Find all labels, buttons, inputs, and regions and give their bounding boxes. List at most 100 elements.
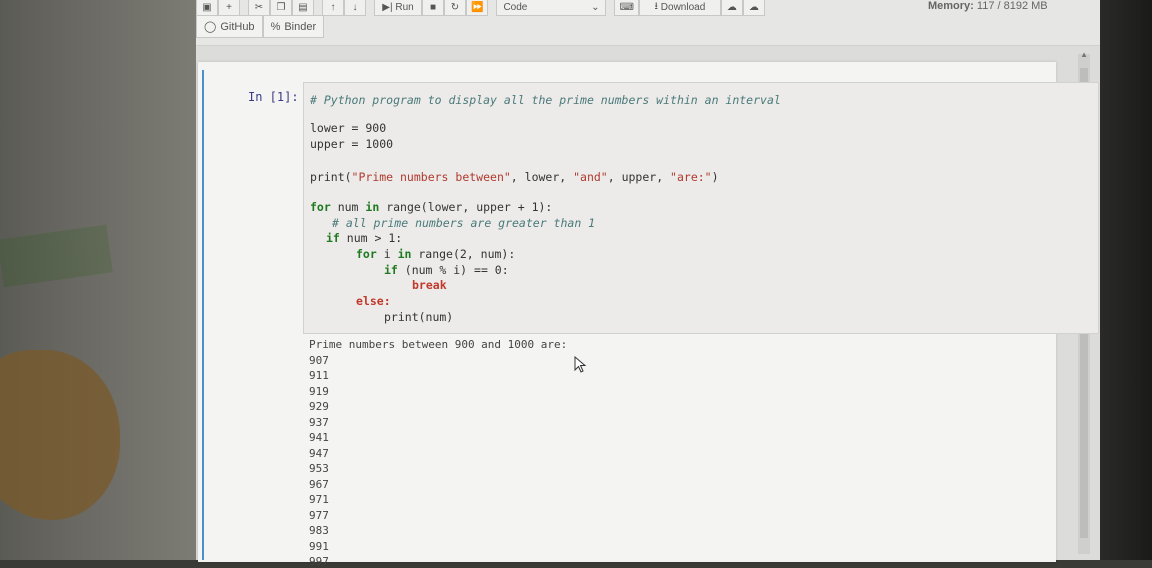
code-string: "are:"	[670, 170, 712, 184]
code-keyword: for	[356, 247, 377, 261]
cell-type-value: Code	[503, 2, 528, 13]
restart-button[interactable]: ↻	[444, 0, 466, 16]
code-line: for num in range(lower, upper + 1):	[310, 200, 552, 214]
code-line: print("Prime numbers between", lower, "a…	[310, 170, 719, 184]
code-token: , upper,	[607, 170, 671, 184]
output-line: 983	[309, 524, 329, 537]
download-icon: ⭳	[654, 1, 659, 12]
run-button[interactable]: ▶| Run	[374, 0, 422, 16]
binder-icon: %	[270, 20, 281, 33]
notebook-page: In [1]: # Python program to display all …	[198, 62, 1099, 568]
mouse-cursor-icon	[574, 356, 587, 373]
code-line: upper = 1000	[310, 137, 394, 151]
code-token: (num % i) == 0:	[397, 263, 509, 277]
code-line: lower = 900	[310, 121, 387, 135]
copy-button[interactable]: ❐	[270, 0, 292, 16]
restart-icon: ↻	[450, 2, 460, 13]
run-label: Run	[395, 2, 414, 13]
code-comment: # Python program to display all the prim…	[310, 93, 781, 107]
download-button[interactable]: ⭳ Download	[638, 0, 721, 16]
stop-icon: ■	[429, 2, 437, 13]
cell-type-select[interactable]: Code ⌄	[496, 0, 607, 16]
fast-forward-icon: ⏩	[471, 2, 484, 13]
save-button[interactable]: ▣	[196, 0, 218, 16]
scissors-icon: ✂	[254, 2, 264, 13]
cell-prompt: In [1]:	[248, 90, 299, 104]
save-icon: ▣	[202, 2, 212, 13]
code-token: num	[330, 200, 366, 214]
output-line: 947	[309, 447, 329, 460]
code-keyword: else:	[356, 294, 391, 308]
code-line: for i in range(2, num):	[356, 247, 515, 261]
output-line: 967	[309, 478, 329, 491]
arrow-up-icon: ↑	[330, 2, 336, 13]
output-line: 991	[309, 540, 329, 553]
binder-button[interactable]: % Binder	[262, 15, 325, 38]
chevron-down-icon: ⌄	[591, 2, 600, 13]
move-down-button[interactable]: ↓	[344, 0, 366, 16]
paste-icon: ▤	[298, 2, 308, 13]
paste-button[interactable]: ▤	[292, 0, 314, 16]
plus-icon: +	[226, 2, 232, 13]
code-keyword: if	[326, 231, 340, 245]
cloud-upload-icon: ☁	[726, 2, 737, 13]
interrupt-button[interactable]: ■	[422, 0, 444, 16]
step-forward-icon: ▶|	[382, 2, 393, 13]
download-label: Download	[660, 2, 706, 13]
output-line: 953	[309, 462, 329, 475]
code-cell[interactable]: In [1]: # Python program to display all …	[202, 70, 1099, 568]
keyboard-icon: ⌨	[619, 2, 634, 13]
code-keyword: if	[384, 263, 398, 277]
memory-indicator: Memory: 117 / 8192 MB	[928, 0, 1048, 12]
output-line: 977	[309, 509, 329, 522]
arrow-down-icon: ↓	[352, 2, 358, 13]
code-line: print(num)	[384, 310, 454, 324]
code-editor[interactable]: # Python program to display all the prim…	[303, 82, 1099, 334]
insert-cell-button[interactable]: +	[218, 0, 240, 16]
github-label: GitHub	[220, 20, 255, 33]
output-line: 911	[309, 369, 329, 382]
code-token: range(lower, upper + 1):	[379, 200, 553, 214]
code-token: i	[376, 247, 398, 261]
cut-button[interactable]: ✂	[248, 0, 270, 16]
browser-screen: ▣ + ✂ ❐ ▤ ↑ ↓ ▶| Run ■ ↻ ⏩ Code ⌄ ⌨ ⭳ Do…	[196, 0, 1100, 568]
code-token: num > 1:	[339, 231, 403, 245]
badge-bar: ◯ GitHub % Binder	[196, 15, 325, 38]
output-line: 941	[309, 431, 329, 444]
output-line: 919	[309, 385, 329, 398]
code-keyword: in	[397, 247, 412, 261]
output-line: 971	[309, 493, 329, 506]
code-string: "and"	[573, 170, 608, 184]
output-line: 907	[309, 354, 329, 367]
code-token: , lower,	[510, 170, 574, 184]
binder-label: Binder	[284, 20, 317, 33]
command-palette-button[interactable]: ⌨	[614, 0, 639, 16]
right-bezel	[1100, 0, 1152, 560]
github-button[interactable]: ◯ GitHub	[196, 15, 263, 38]
code-keyword: in	[365, 200, 380, 214]
code-comment: # all prime numbers are greater than 1	[332, 216, 596, 230]
output-header: Prime numbers between 900 and 1000 are:	[309, 338, 568, 351]
code-token: )	[711, 170, 719, 184]
memory-label: Memory:	[928, 0, 974, 12]
github-icon: ◯	[204, 21, 217, 33]
cloud-upload-icon: ☁	[748, 2, 759, 13]
scroll-up-icon[interactable]: ▲	[1080, 50, 1088, 59]
restart-run-all-button[interactable]: ⏩	[466, 0, 489, 16]
copy-icon: ❐	[276, 2, 286, 13]
move-up-button[interactable]: ↑	[322, 0, 344, 16]
code-line: if num > 1:	[326, 231, 402, 245]
output-line: 929	[309, 400, 329, 413]
upload-button-1[interactable]: ☁	[720, 0, 743, 16]
memory-value: 117 / 8192 MB	[976, 0, 1048, 12]
notebook-area: ▲ In [1]: # Python program to display al…	[196, 46, 1100, 568]
code-keyword: for	[310, 200, 331, 214]
output-line: 997	[309, 555, 329, 568]
code-line: if (num % i) == 0:	[384, 263, 509, 277]
code-keyword: break	[412, 278, 447, 292]
code-token: print(	[310, 170, 352, 184]
upload-button-2[interactable]: ☁	[742, 0, 765, 16]
output-line: 937	[309, 416, 329, 429]
code-string: "Prime numbers between"	[351, 170, 511, 184]
code-token: range(2, num):	[411, 247, 516, 261]
